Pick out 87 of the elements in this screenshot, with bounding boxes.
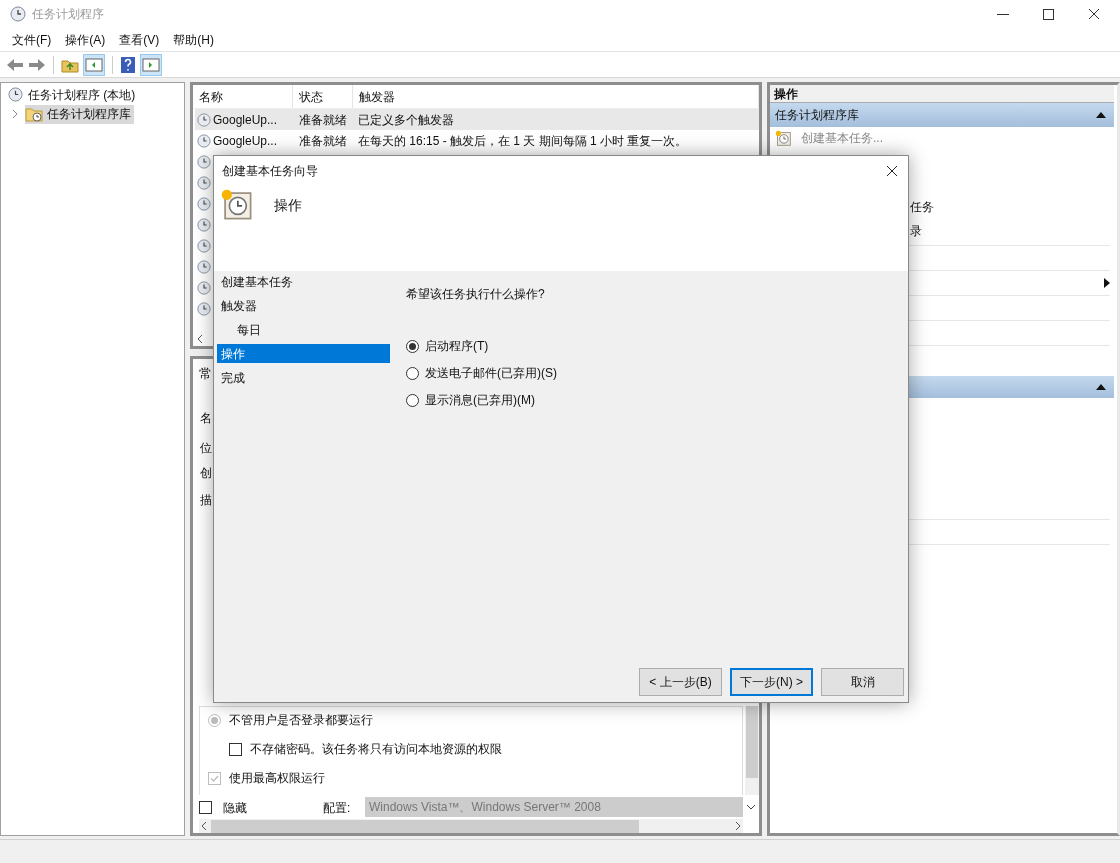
back-arrow-icon[interactable] [6,56,24,73]
calendar-clock-icon [220,188,254,222]
table-cell: GoogleUp... [195,110,293,129]
tree-item[interactable]: 任务计划程序 (本地) [1,85,184,104]
checkbox[interactable] [208,771,221,785]
action-item[interactable]: 任务 [910,198,1114,218]
menu-item[interactable]: 操作(A) [59,30,112,49]
question-text: 希望该任务执行什么操作? [406,286,546,303]
chevron-down-icon[interactable] [745,802,757,812]
table-cell-text: 准备就绪 [298,132,348,150]
task-row[interactable]: GoogleUp... 准备就绪 在每天的 16:15 - 触发后，在 1 天 期间每隔 1 小时 重复一次。 [195,130,759,151]
tab[interactable]: 常 [199,364,211,384]
forward-arrow-icon[interactable] [28,56,46,73]
radio-button[interactable] [406,393,419,407]
table-cell-text: 准备就绪 [298,111,348,129]
clock-icon [197,112,211,127]
panel-toggle-icon[interactable] [83,53,105,76]
panel-toggle-icon[interactable] [140,53,162,76]
column-header[interactable]: 触发器 [353,85,759,108]
maximize-icon[interactable] [1043,8,1054,20]
clock-icon [197,197,211,211]
clock-icon [197,155,211,169]
radio-button[interactable] [208,713,221,727]
dialog-button[interactable]: 取消 [821,668,904,696]
pane-title: 操作 [770,85,1114,103]
checkbox[interactable] [229,742,242,756]
submenu-arrow-icon [1104,278,1110,288]
field-label: 创 [199,464,213,482]
radio-button[interactable] [406,366,419,380]
window-title: 任务计划程序 [32,6,104,23]
menu-item[interactable]: 查看(V) [113,30,166,49]
clock-icon [8,87,23,102]
scroll-left-icon[interactable] [196,334,204,344]
collapse-triangle-icon [1096,112,1106,118]
field-label: 位 [199,439,213,457]
scroll-left-icon[interactable] [199,821,209,831]
clock-icon [197,281,211,295]
dialog-title: 创建基本任务向导 [222,163,319,180]
option-label: 启动程序(T) [425,338,489,355]
checkbox[interactable] [199,800,212,814]
clock-icon [197,302,211,316]
wizard-step[interactable]: 触发器 [217,296,390,315]
task-row[interactable]: GoogleUp... 准备就绪 已定义多个触发器 [195,109,759,130]
wizard-step[interactable]: 完成 [217,368,390,387]
action-item[interactable]: 录 [910,222,1114,242]
field-label: 配置: [323,800,352,817]
field-label: 名 [199,409,213,427]
column-header[interactable]: 状态 [293,85,353,108]
minimize-icon[interactable] [997,13,1009,15]
clock-icon [197,260,211,274]
table-cell-text: 已定义多个触发器 [357,111,455,129]
clock-icon [197,239,211,253]
chevron-right-icon[interactable] [11,109,19,119]
option-label: 显示消息(已弃用)(M) [425,392,535,409]
tree-item[interactable]: 任务计划程序库 [25,104,134,124]
table-cell-text: 在每天的 16:15 - 触发后，在 1 天 期间每隔 1 小时 重复一次。 [357,132,689,150]
help-icon[interactable] [120,55,136,74]
app-clock-icon [10,6,26,22]
option-label: 发送电子邮件(已弃用)(S) [425,365,557,382]
table-cell: GoogleUp... [195,131,293,150]
folder-clock-icon [25,106,43,122]
option-label: 不管用户是否登录都要运行 [229,712,373,729]
dialog-button[interactable]: < 上一步(B) [639,668,722,696]
wizard-step[interactable]: 操作 [217,344,390,363]
wizard-step[interactable]: 创建基本任务 [217,272,390,291]
clock-icon [197,176,211,190]
scrollbar-thumb[interactable] [746,706,758,778]
calendar-clock-icon [775,129,792,147]
close-icon[interactable] [886,165,898,177]
field-label: 描 [199,491,213,509]
radio-button[interactable] [406,339,419,353]
page-heading: 操作 [274,195,302,215]
scrollbar-thumb[interactable] [211,819,639,833]
scroll-right-icon[interactable] [733,821,743,831]
collapse-triangle-icon [1096,384,1106,390]
wizard-step[interactable]: 每日 [217,320,390,339]
clock-icon [197,133,211,148]
menu-item[interactable]: 帮助(H) [167,30,220,49]
section-header[interactable]: 任务计划程序库 [770,103,1114,127]
menu-item[interactable]: 文件(F) [6,30,58,49]
dialog-button[interactable]: 下一步(N) > [730,668,813,696]
option-label: 不存储密码。该任务将只有访问本地资源的权限 [250,741,502,758]
clock-icon [197,218,211,232]
close-icon[interactable] [1088,8,1100,20]
column-header[interactable]: 名称 [193,85,293,108]
option-label: 隐藏 [223,800,248,817]
option-label: 使用最高权限运行 [229,770,325,787]
